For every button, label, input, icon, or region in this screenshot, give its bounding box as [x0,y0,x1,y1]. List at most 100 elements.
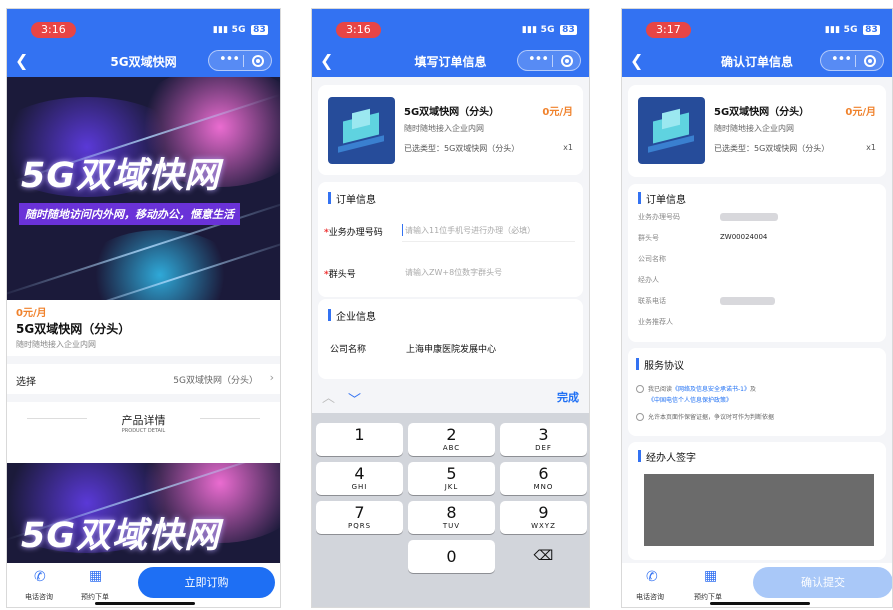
product-banner: 5G双域快网 随时随地访问内外网，移动办公，惬意生活 [7,77,280,300]
page-title: 5G双域快网 [110,55,177,69]
battery-icon: 83 [863,25,880,35]
key-5[interactable]: 5 JKL [408,462,495,495]
business-number-label: *业务办理号码 [324,228,383,238]
order-row-label: 经办人 [638,276,659,284]
service-section-title: 服务协议 [644,361,684,372]
product-card: 5G双域快网（分头） 0元/月 随时随地接入企业内网 已选类型：5G双域快网（分… [628,85,886,177]
consult-label[interactable]: 电话咨询 [636,592,664,602]
product-info-panel: 0元/月 5G双域快网（分头） 随时随地接入企业内网 选择 5G双域快网（分头）… [7,300,280,463]
product-card: 5G双域快网（分头） 0元/月 随时随地接入企业内网 已选类型：5G双域快网（分… [318,85,583,175]
home-indicator [95,602,195,605]
network-type: 5G [231,25,246,35]
page-title: 填写订单信息 [414,55,487,69]
book-label[interactable]: 预约下单 [81,592,109,602]
phone-icon[interactable]: ✆ [34,569,46,585]
key-letters: PQRS [347,522,372,530]
close-mini-program-icon[interactable] [561,55,573,67]
order-info-card: 订单信息 *业务办理号码 请输入11位手机号进行办理（必填） *群头号 请输入Z… [318,182,583,297]
detail-banner-title: 5G双域快网 [21,516,221,556]
key-3[interactable]: 3 DEF [500,423,587,456]
company-info-card: 企业信息 公司名称 上海申康医院发展中心 [318,299,583,379]
product-thumbnail [638,97,705,164]
agree-checkbox-2[interactable] [636,413,644,421]
order-row-label: 群头号 [638,234,659,242]
key-2[interactable]: 2 ABC [408,423,495,456]
key-digit: 7 [354,503,365,522]
business-number-input[interactable]: 请输入11位手机号进行办理（必填） [402,220,575,242]
more-icon[interactable]: ••• [528,52,549,68]
prev-field-icon[interactable]: ︿ [322,387,335,406]
consult-label[interactable]: 电话咨询 [25,592,53,602]
divider [7,394,280,402]
section-marker [638,192,641,204]
section-marker [328,192,331,204]
back-icon[interactable]: ❮ [15,53,28,69]
select-row[interactable]: 选择 5G双域快网（分头） › [7,366,280,392]
calendar-icon[interactable]: ▦ [704,568,717,584]
key-1[interactable]: 1 [316,423,403,456]
privacy-policy-link[interactable]: 《中国电信个人信息保护政策》 [648,395,732,404]
more-icon[interactable]: ••• [219,52,240,68]
calendar-icon[interactable]: ▦ [89,568,102,584]
selected-type: 已选类型：5G双域快网（分头） [714,144,830,153]
next-field-icon[interactable]: ﹀ [348,389,361,408]
service-agreement-card: 服务协议 我已阅读《网络及信息安全承诺书-1》及 《中国电信个人信息保护政策》 … [628,348,886,436]
section-marker [638,450,641,462]
quantity: x1 [563,143,573,152]
order-section-title: 订单信息 [336,195,376,206]
phone-icon[interactable]: ✆ [646,569,658,585]
battery-icon: 83 [560,25,577,35]
signature-card: 经办人签字 [628,442,886,560]
security-pledge-link[interactable]: 《网络及信息安全承诺书-1》 [672,386,750,393]
close-mini-program-icon[interactable] [864,55,876,67]
key-digit: 9 [538,503,549,522]
detail-title: 产品详情 [121,414,166,427]
order-row-label: 联系电话 [638,297,666,305]
key-9[interactable]: 9 WXYZ [500,501,587,534]
key-6[interactable]: 6 MNO [500,462,587,495]
battery-icon: 83 [251,25,268,35]
product-name: 5G双域快网（分头） [714,107,810,118]
order-row-value: ZW00024004 [720,233,768,241]
back-icon[interactable]: ❮ [630,53,643,69]
key-letters: ABC [442,444,461,452]
status-signal: ▮▮▮ 5G 83 [522,25,577,35]
confirm-submit-button[interactable]: 确认提交 [753,567,892,598]
more-icon[interactable]: ••• [831,52,852,68]
signature-image [644,474,874,546]
bottom-action-bar: ✆ 电话咨询 ▦ 预约下单 确认提交 [622,563,892,607]
top-nav-bar: 3:16 ▮▮▮ 5G 83 ❮ 填写订单信息 ••• [312,9,589,77]
mini-program-capsule: ••• [517,50,581,71]
status-time: 3:17 [646,22,691,38]
group-number-input[interactable]: 请输入ZW+8位数字群头号 [402,262,575,284]
key-7[interactable]: 7 PQRS [316,501,403,534]
capsule-divider [855,55,856,67]
key-4[interactable]: 4 GHI [316,462,403,495]
key-letters: WXYZ [531,522,556,530]
done-button[interactable]: 完成 [557,389,579,405]
numeric-keyboard: ︿ ﹀ 完成 1 2 ABC 3 DEF 4 GHI 5 JKL 6 MNO 7 PQRS 8 TUV 9 WX… [312,381,589,607]
delete-key[interactable]: ⌫ [500,540,587,573]
key-digit: 3 [538,425,549,444]
order-now-button[interactable]: 立即订购 [138,567,275,598]
backspace-icon: ⌫ [533,548,554,564]
home-indicator [710,602,810,605]
back-icon[interactable]: ❮ [320,53,333,69]
mini-program-capsule: ••• [820,50,884,71]
book-label[interactable]: 预约下单 [694,592,722,602]
agree-checkbox-1[interactable] [636,385,644,393]
product-name: 5G双域快网（分头） [404,107,500,118]
product-detail-image: 5G双域快网 [7,463,280,563]
section-marker [328,309,331,321]
agreement-text-1: 我已阅读《网络及信息安全承诺书-1》及 [648,386,757,393]
business-number-placeholder: 请输入11位手机号进行办理（必填） [405,226,536,235]
order-row-label: 业务推荐人 [638,318,673,326]
signal-icon: ▮▮▮ [521,25,541,35]
key-8[interactable]: 8 TUV [408,501,495,534]
status-time: 3:16 [31,22,76,38]
close-mini-program-icon[interactable] [252,55,264,67]
key-0[interactable]: 0 [408,540,495,573]
chevron-right-icon: › [269,371,274,384]
company-name-value[interactable]: 上海申康医院发展中心 [406,342,496,355]
banner-title: 5G双域快网 [21,156,221,196]
